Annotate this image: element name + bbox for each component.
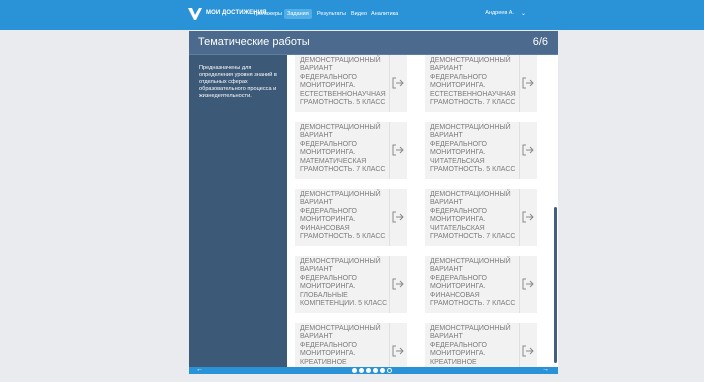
page-counter: 6/6 — [532, 36, 548, 48]
enter-arrow-icon[interactable] — [522, 211, 534, 223]
nav-analytics[interactable]: Аналитика — [368, 9, 401, 19]
tile-divider — [389, 122, 390, 179]
chevron-down-icon[interactable]: ⌄ — [521, 10, 526, 17]
description-panel: Предназначены для определения уровня зна… — [189, 55, 287, 367]
tile-divider — [389, 55, 390, 112]
pagination-dot[interactable] — [359, 368, 364, 373]
test-tile[interactable]: ДЕМОНСТРАЦИОННЫЙ ВАРИАНТ ФЕДЕРАЛЬНОГО МО… — [425, 122, 537, 179]
test-tile[interactable]: ДЕМОНСТРАЦИОННЫЙ ВАРИАНТ ФЕДЕРАЛЬНОГО МО… — [295, 323, 407, 367]
checkmark-logo-icon[interactable] — [187, 7, 203, 21]
top-navbar: МОИ ДОСТИЖЕНИЯ Тренажеры Задания Результ… — [0, 0, 704, 30]
tile-divider — [519, 323, 520, 367]
pagination-dot[interactable] — [387, 368, 392, 373]
test-tile[interactable]: ДЕМОНСТРАЦИОННЫЙ ВАРИАНТ ФЕДЕРАЛЬНОГО МО… — [425, 323, 537, 367]
tile-divider — [389, 323, 390, 367]
tile-divider — [389, 189, 390, 246]
enter-arrow-icon[interactable] — [392, 144, 404, 156]
tile-label: ДЕМОНСТРАЦИОННЫЙ ВАРИАНТ ФЕДЕРАЛЬНОГО МО… — [430, 191, 516, 241]
description-text: Предназначены для определения уровня зна… — [199, 65, 277, 99]
user-name[interactable]: Андреев А. — [485, 10, 514, 16]
scrollbar[interactable] — [553, 55, 558, 367]
tile-label: ДЕМОНСТРАЦИОННЫЙ ВАРИАНТ ФЕДЕРАЛЬНОГО МО… — [300, 258, 388, 308]
card-title: Тематические работы — [198, 36, 310, 48]
pagination-dot[interactable] — [366, 368, 371, 373]
enter-arrow-icon[interactable] — [522, 144, 534, 156]
enter-arrow-icon[interactable] — [522, 77, 534, 89]
test-tile[interactable]: ДЕМОНСТРАЦИОННЫЙ ВАРИАНТ ФЕДЕРАЛЬНОГО МО… — [295, 256, 407, 313]
tile-label: ДЕМОНСТРАЦИОННЫЙ ВАРИАНТ ФЕДЕРАЛЬНОГО МО… — [430, 57, 516, 107]
scroll-thumb[interactable] — [554, 207, 557, 363]
test-tile[interactable]: ДЕМОНСТРАЦИОННЫЙ ВАРИАНТ ФЕДЕРАЛЬНОГО МО… — [295, 122, 407, 179]
enter-arrow-icon[interactable] — [392, 77, 404, 89]
test-tile[interactable]: ДЕМОНСТРАЦИОННЫЙ ВАРИАНТ ФЕДЕРАЛЬНОГО МО… — [295, 189, 407, 246]
pagination-bar: ← → — [189, 366, 558, 374]
enter-arrow-icon[interactable] — [392, 211, 404, 223]
pagination-dot[interactable] — [373, 368, 378, 373]
tile-label: ДЕМОНСТРАЦИОННЫЙ ВАРИАНТ ФЕДЕРАЛЬНОГО МО… — [300, 124, 386, 174]
nav-tasks[interactable]: Задания — [284, 9, 312, 19]
nav-trainers[interactable]: Тренажеры — [250, 9, 285, 19]
tiles-area: ДЕМОНСТРАЦИОННЫЙ ВАРИАНТ ФЕДЕРАЛЬНОГО МО… — [287, 55, 558, 367]
pagination-dot[interactable] — [380, 368, 385, 373]
tile-divider — [519, 122, 520, 179]
test-tile[interactable]: ДЕМОНСТРАЦИОННЫЙ ВАРИАНТ ФЕДЕРАЛЬНОГО МО… — [425, 55, 537, 112]
tile-label: ДЕМОНСТРАЦИОННЫЙ ВАРИАНТ ФЕДЕРАЛЬНОГО МО… — [430, 124, 516, 174]
enter-arrow-icon[interactable] — [392, 345, 404, 357]
nav-video[interactable]: Видео — [348, 9, 370, 19]
tile-divider — [519, 256, 520, 313]
arrow-left-icon[interactable]: ← — [196, 366, 203, 374]
arrow-right-icon[interactable]: → — [542, 366, 549, 374]
tile-label: ДЕМОНСТРАЦИОННЫЙ ВАРИАНТ ФЕДЕРАЛЬНОГО МО… — [300, 191, 386, 241]
tile-divider — [519, 189, 520, 246]
tile-label: ДЕМОНСТРАЦИОННЫЙ ВАРИАНТ ФЕДЕРАЛЬНОГО МО… — [300, 57, 386, 107]
tile-divider — [519, 55, 520, 112]
pagination-dots — [352, 368, 392, 374]
thematic-works-card: Тематические работы 6/6 Предназначены дл… — [189, 31, 558, 374]
nav-results[interactable]: Результаты — [314, 9, 349, 19]
tile-divider — [389, 256, 390, 313]
tile-label: ДЕМОНСТРАЦИОННЫЙ ВАРИАНТ ФЕДЕРАЛЬНОГО МО… — [430, 258, 516, 308]
test-tile[interactable]: ДЕМОНСТРАЦИОННЫЙ ВАРИАНТ ФЕДЕРАЛЬНОГО МО… — [295, 55, 407, 112]
tile-label: ДЕМОНСТРАЦИОННЫЙ ВАРИАНТ ФЕДЕРАЛЬНОГО МО… — [430, 325, 511, 366]
enter-arrow-icon[interactable] — [392, 278, 404, 290]
pagination-dot[interactable] — [352, 368, 357, 373]
enter-arrow-icon[interactable] — [522, 278, 534, 290]
enter-arrow-icon[interactable] — [522, 345, 534, 357]
tile-label: ДЕМОНСТРАЦИОННЫЙ ВАРИАНТ ФЕДЕРАЛЬНОГО МО… — [300, 325, 381, 366]
test-tile[interactable]: ДЕМОНСТРАЦИОННЫЙ ВАРИАНТ ФЕДЕРАЛЬНОГО МО… — [425, 256, 537, 313]
test-tile[interactable]: ДЕМОНСТРАЦИОННЫЙ ВАРИАНТ ФЕДЕРАЛЬНОГО МО… — [425, 189, 537, 246]
